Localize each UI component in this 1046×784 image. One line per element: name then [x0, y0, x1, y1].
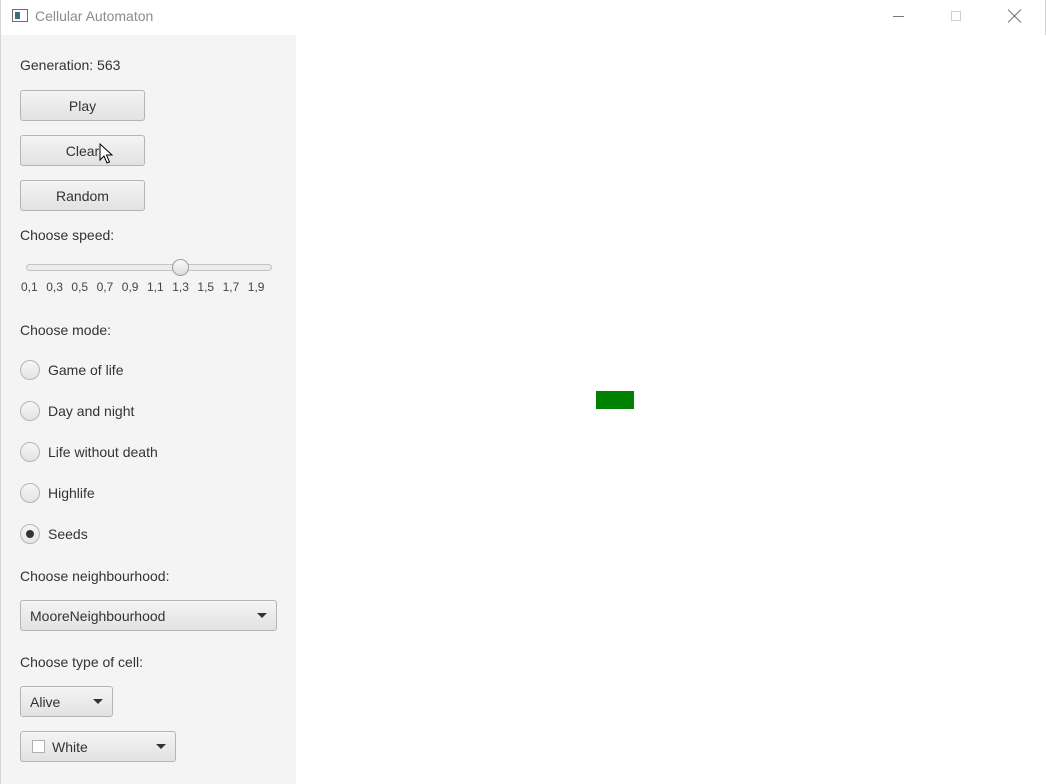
title-bar: Cellular Automaton [1, 0, 1045, 34]
speed-tick-label: 0,7 [96, 280, 114, 294]
mouse-cursor-icon [99, 143, 113, 164]
cell-state-dropdown[interactable]: Alive [20, 686, 113, 717]
neighbourhood-dropdown[interactable]: MooreNeighbourhood [20, 600, 277, 631]
speed-tick-label: 0,1 [21, 280, 38, 294]
speed-tick-label: 1,5 [197, 280, 215, 294]
cell-state-value: Alive [30, 693, 61, 710]
live-cell [596, 391, 634, 409]
radio-label: Day and night [48, 403, 135, 419]
mode-option[interactable]: Day and night [20, 400, 134, 422]
radio-label: Life without death [48, 444, 158, 460]
speed-slider-thumb[interactable] [171, 259, 189, 276]
window-title: Cellular Automaton [35, 8, 154, 24]
speed-slider-track[interactable] [26, 264, 272, 271]
speed-tick-label: 1,1 [147, 280, 164, 294]
control-panel: Generation: 563 Play Clear Random Choose… [1, 35, 296, 784]
radio-button[interactable] [20, 360, 40, 380]
maximize-button[interactable] [927, 0, 985, 32]
chevron-down-icon [257, 613, 267, 618]
close-icon [1008, 9, 1022, 23]
radio-selected-dot [26, 530, 34, 538]
radio-label: Highlife [48, 485, 95, 501]
neighbourhood-label: Choose neighbourhood: [20, 568, 170, 584]
cell-color-picker[interactable]: White [20, 731, 176, 762]
radio-button[interactable] [20, 442, 40, 462]
cell-type-label: Choose type of cell: [20, 654, 143, 670]
minimize-icon [892, 15, 904, 17]
speed-label: Choose speed: [20, 227, 115, 243]
mode-label: Choose mode: [20, 322, 112, 338]
speed-tick-label: 0,9 [121, 280, 139, 294]
mode-option[interactable]: Life without death [20, 441, 158, 463]
neighbourhood-value: MooreNeighbourhood [30, 607, 166, 624]
radio-button[interactable] [20, 524, 40, 544]
radio-button[interactable] [20, 483, 40, 503]
speed-tick-label: 1,9 [247, 280, 265, 294]
automaton-grid[interactable] [297, 35, 1046, 784]
speed-tick-label: 0,3 [46, 280, 63, 294]
mode-option[interactable]: Highlife [20, 482, 95, 504]
color-swatch [32, 740, 45, 753]
speed-tick-label: 1,3 [172, 280, 189, 294]
play-button[interactable]: Play [20, 90, 145, 121]
speed-tick-label: 1,7 [222, 280, 240, 294]
generation-counter: Generation: 563 [20, 57, 121, 73]
radio-button[interactable] [20, 401, 40, 421]
minimize-button[interactable] [869, 0, 927, 32]
maximize-icon [951, 11, 961, 21]
chevron-down-icon [156, 744, 166, 749]
close-button[interactable] [986, 0, 1044, 32]
random-button[interactable]: Random [20, 180, 145, 211]
radio-label: Game of life [48, 362, 124, 378]
radio-label: Seeds [48, 526, 88, 542]
chevron-down-icon [93, 699, 103, 704]
mode-option[interactable]: Game of life [20, 359, 123, 381]
clear-button[interactable]: Clear [20, 135, 145, 166]
mode-option[interactable]: Seeds [20, 523, 88, 545]
app-window: Cellular Automaton Generation: 563 Play … [0, 0, 1046, 784]
cell-color-value: White [52, 738, 88, 755]
app-icon [12, 9, 28, 22]
speed-tick-label: 0,5 [71, 280, 89, 294]
